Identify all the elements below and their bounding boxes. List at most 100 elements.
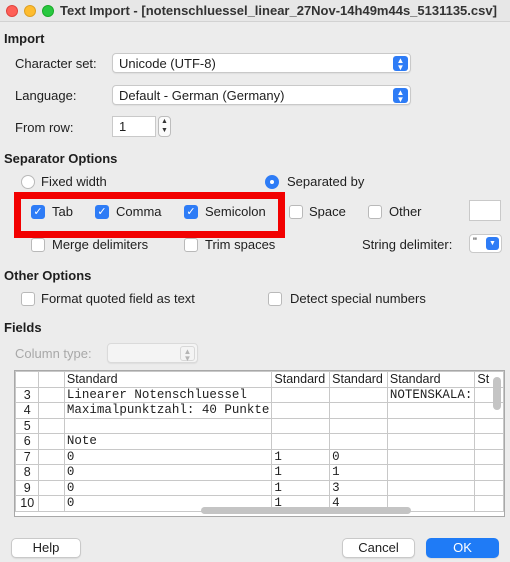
semicolon-label: Semicolon [205,204,266,219]
from-row-stepper[interactable]: ▲ ▼ [158,116,171,137]
chevron-updown-icon: ▲ ▼ [393,56,408,72]
table-cell [38,433,65,450]
table-cell: 1 [329,464,388,481]
header-row: Standard Standard Standard Standard St [15,371,504,388]
table-cell [38,386,65,403]
import-heading: Import [4,31,45,46]
table-cell [386,417,476,434]
ok-button[interactable]: OK [426,538,499,558]
string-delimiter-select[interactable]: " ▼ [469,234,502,253]
table-row: 4 Maximalpunktzahl: 40 Punkte [15,402,504,419]
from-row-label: From row: [15,120,74,135]
string-delimiter-label: String delimiter: [362,237,453,252]
chevron-updown-icon: ▲ ▼ [180,346,195,363]
column-header[interactable]: Standard [329,371,388,388]
table-row: 5 [15,417,504,434]
other-separator-input[interactable] [469,200,501,221]
window-title: Text Import - [notenschluessel_linear_27… [60,3,497,18]
table-cell: Note [63,433,273,450]
row-number: 6 [15,433,40,450]
cancel-button[interactable]: Cancel [342,538,415,558]
from-row-input[interactable]: 1 [112,116,156,137]
table-cell: 0 [63,448,273,465]
charset-select[interactable]: Unicode (UTF-8) ▲ ▼ [112,53,411,73]
row-number: 7 [15,448,40,465]
other-checkbox[interactable] [368,205,382,219]
table-cell [474,464,504,481]
table-cell: 1 [271,448,331,465]
row-number: 5 [15,417,40,434]
minimize-window-button[interactable] [24,5,36,17]
row-number: 10 [15,495,40,512]
row-number: 3 [15,386,40,403]
table-row: 7 0 1 0 [15,448,504,465]
row-number: 9 [15,479,40,496]
vertical-scrollbar[interactable] [493,377,501,410]
table-cell: Linearer Notenschluessel [63,386,273,403]
table-cell [38,495,65,512]
close-window-button[interactable] [6,5,18,17]
table-cell [38,479,65,496]
separator-heading: Separator Options [4,151,118,166]
column-header[interactable]: Standard [271,371,331,388]
charset-label: Character set: [15,56,97,71]
tab-checkbox[interactable]: ✓ [31,205,45,219]
table-cell [38,402,65,419]
fixed-width-radio[interactable] [21,175,35,189]
space-checkbox[interactable] [289,205,303,219]
table-cell [271,417,331,434]
table-cell: 0 [63,464,273,481]
fixed-width-label: Fixed width [41,174,107,189]
table-cell [474,495,504,512]
separated-by-radio[interactable] [265,175,279,189]
table-cell [38,448,65,465]
table-cell: NOTENSKALA: [386,386,476,403]
table-cell: 1 [271,479,331,496]
table-cell: 1 [271,464,331,481]
horizontal-scrollbar[interactable] [201,507,411,514]
zoom-window-button[interactable] [42,5,54,17]
table-cell [474,448,504,465]
merge-delimiters-checkbox[interactable] [31,238,45,252]
column-header[interactable]: Standard [386,371,476,388]
corner-cell [15,371,40,388]
table-cell [386,402,476,419]
row-number: 8 [15,464,40,481]
preview-grid[interactable]: Standard Standard Standard Standard St 3… [14,370,505,517]
table-cell [271,433,331,450]
column-type-label: Column type: [15,346,92,361]
format-quoted-label: Format quoted field as text [41,291,195,306]
table-cell: Maximalpunktzahl: 40 Punkte [63,402,273,419]
comma-label: Comma [116,204,162,219]
table-cell [38,464,65,481]
detect-special-checkbox[interactable] [268,292,282,306]
trim-spaces-label: Trim spaces [205,237,276,252]
language-select[interactable]: Default - German (Germany) ▲ ▼ [112,85,411,105]
table-row: 6 Note [15,433,504,450]
table-cell [386,433,476,450]
table-row: 3 Linearer Notenschluessel NOTENSKALA: [15,386,504,403]
format-quoted-checkbox[interactable] [21,292,35,306]
table-cell [329,417,388,434]
table-cell: 0 [329,448,388,465]
table-cell [386,448,476,465]
table-row: 8 0 1 1 [15,464,504,481]
space-label: Space [309,204,346,219]
trim-spaces-checkbox[interactable] [184,238,198,252]
table-cell [474,433,504,450]
table-cell [271,402,331,419]
table-cell [386,479,476,496]
column-header[interactable]: Standard [63,371,273,388]
table-cell: 0 [63,479,273,496]
merge-delimiters-label: Merge delimiters [52,237,149,252]
semicolon-checkbox[interactable]: ✓ [184,205,198,219]
table-cell [474,479,504,496]
title-bar: Text Import - [notenschluessel_linear_27… [0,0,510,22]
language-value: Default - German (Germany) [119,88,285,103]
table-row: 9 0 1 3 [15,479,504,496]
fields-heading: Fields [4,320,42,335]
column-type-select[interactable]: ▲ ▼ [107,343,198,363]
comma-checkbox[interactable]: ✓ [95,205,109,219]
help-button[interactable]: Help [11,538,81,558]
string-delimiter-value: " [473,236,477,248]
